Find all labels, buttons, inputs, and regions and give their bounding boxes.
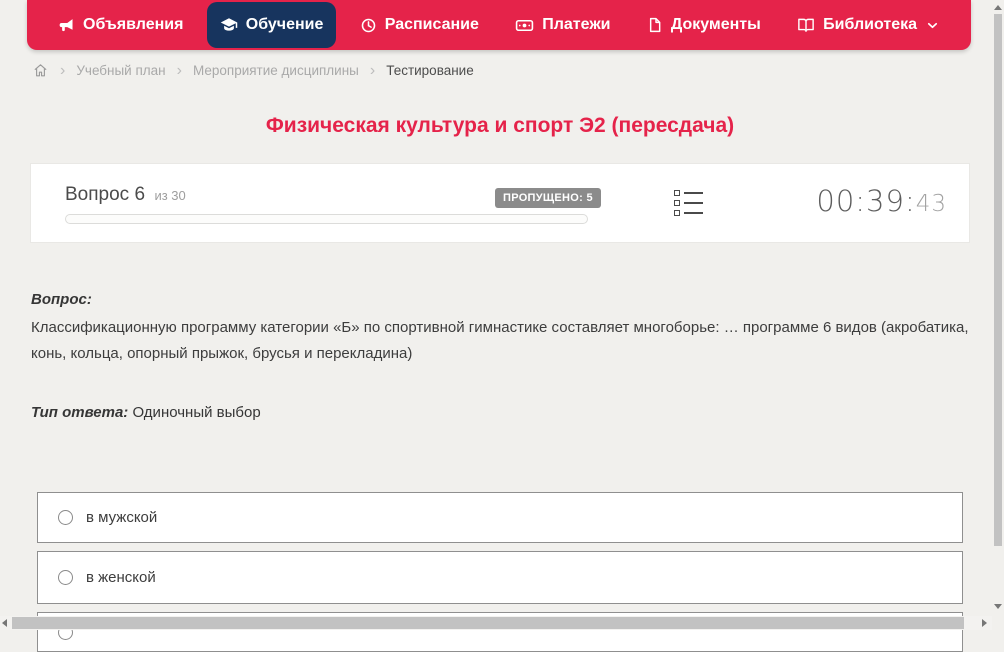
page-title: Физическая культура и спорт Э2 (пересдач…: [265, 114, 735, 137]
question-number: Вопрос 6: [65, 184, 146, 205]
nav-item-learning[interactable]: Обучение: [206, 2, 337, 48]
nav-item-schedule[interactable]: Расписание: [347, 2, 492, 48]
breadcrumb-separator-icon: ›: [176, 61, 182, 79]
scrollbar-corner: [992, 616, 1004, 630]
answer-option-2[interactable]: в женской: [37, 551, 963, 604]
radio-unchecked-icon[interactable]: [58, 510, 73, 525]
timer: 00:39:43: [816, 184, 947, 218]
nav-item-label: Расписание: [384, 16, 479, 33]
nav-item-label: Документы: [670, 16, 761, 33]
question-list-icon[interactable]: [674, 190, 703, 216]
missed-badge: ПРОПУЩЕНО: 5: [495, 188, 601, 208]
scroll-up-arrow[interactable]: [994, 5, 1002, 10]
nav-item-announcements[interactable]: Объявления: [45, 2, 196, 48]
breadcrumb-current: Тестирование: [386, 63, 474, 78]
nav-item-documents[interactable]: Документы: [634, 2, 774, 48]
horizontal-scrollbar-thumb[interactable]: [12, 617, 964, 629]
answer-option-label: в мужской: [86, 509, 158, 526]
question-text: Классификационную программу категории «Б…: [31, 319, 969, 362]
nav-item-label: Платежи: [542, 16, 611, 33]
open-book-icon: [797, 16, 815, 34]
banknote-icon: [515, 16, 534, 35]
question-header-card: Вопрос 6 из 30 ПРОПУЩЕНО: 5 00:39:43: [30, 163, 970, 243]
answer-type-value: Одиночный выбор: [132, 404, 261, 421]
scroll-left-arrow[interactable]: [2, 619, 7, 627]
horizontal-scrollbar: [0, 616, 992, 630]
document-icon: [647, 17, 663, 33]
answer-type: Тип ответа: Одиночный выбор: [31, 404, 261, 421]
breadcrumb-separator-icon: ›: [369, 61, 376, 79]
timer-seconds: 43: [915, 191, 947, 217]
vertical-scrollbar: [992, 0, 1004, 616]
clock-icon: [360, 17, 377, 34]
nav-item-label: Библиотека: [823, 16, 917, 33]
breadcrumb-separator-icon: ›: [60, 61, 66, 79]
radio-unchecked-icon[interactable]: [58, 570, 73, 585]
answer-option-label: в женской: [86, 569, 156, 586]
breadcrumb-link-curriculum[interactable]: Учебный план: [76, 63, 165, 78]
scroll-right-arrow[interactable]: [982, 619, 987, 627]
main-navbar: Объявления Обучение Расписание Платежи Д…: [27, 0, 971, 50]
home-icon[interactable]: [32, 62, 49, 79]
nav-item-library[interactable]: Библиотека: [784, 2, 953, 48]
nav-item-label: Объявления: [83, 16, 184, 33]
answer-option-1[interactable]: в мужской: [37, 492, 963, 543]
scroll-down-arrow[interactable]: [994, 604, 1002, 609]
question-counter: Вопрос 6 из 30: [65, 184, 186, 206]
megaphone-icon: [58, 17, 75, 34]
question-total: из 30: [154, 188, 186, 203]
vertical-scrollbar-thumb[interactable]: [994, 14, 1002, 546]
answer-type-label: Тип ответа:: [31, 404, 129, 421]
timer-hours-minutes: 00:39:: [816, 184, 916, 218]
question-label: Вопрос:: [31, 291, 92, 308]
nav-item-payments[interactable]: Платежи: [502, 2, 623, 48]
breadcrumb-link-discipline-event[interactable]: Мероприятие дисциплины: [193, 63, 359, 78]
graduation-cap-icon: [220, 16, 238, 34]
progress-bar: [65, 214, 588, 224]
breadcrumb: › Учебный план › Мероприятие дисциплины …: [32, 62, 474, 79]
nav-item-label: Обучение: [245, 16, 324, 33]
chevron-down-icon: [925, 18, 940, 33]
